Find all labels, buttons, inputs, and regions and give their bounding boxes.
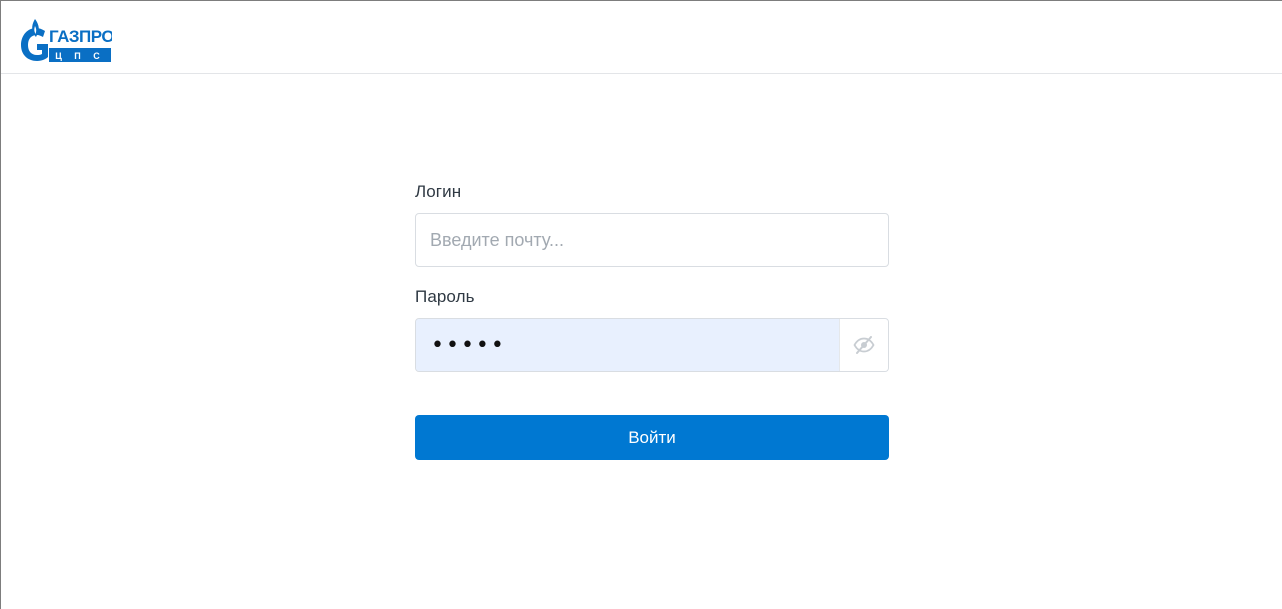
svg-text:Ц П С: Ц П С (55, 51, 105, 61)
login-submit-button[interactable]: Войти (415, 415, 889, 460)
login-label: Логин (415, 182, 462, 201)
gazprom-logo-icon: ГАЗПРОМ Ц П С (21, 19, 112, 62)
app-frame: ГАЗПРОМ Ц П С Логин Пароль ••••• Войти (0, 0, 1282, 609)
password-field[interactable]: ••••• (415, 318, 889, 372)
svg-text:ГАЗПРОМ: ГАЗПРОМ (49, 27, 112, 46)
gazprom-logo[interactable]: ГАЗПРОМ Ц П С (18, 15, 112, 63)
eye-off-icon (853, 336, 875, 354)
password-label: Пароль (415, 287, 475, 306)
password-input[interactable]: ••••• (416, 319, 840, 371)
top-header: ГАЗПРОМ Ц П С (1, 1, 1282, 74)
login-input[interactable] (415, 213, 889, 267)
toggle-password-visibility-button[interactable] (839, 319, 888, 371)
